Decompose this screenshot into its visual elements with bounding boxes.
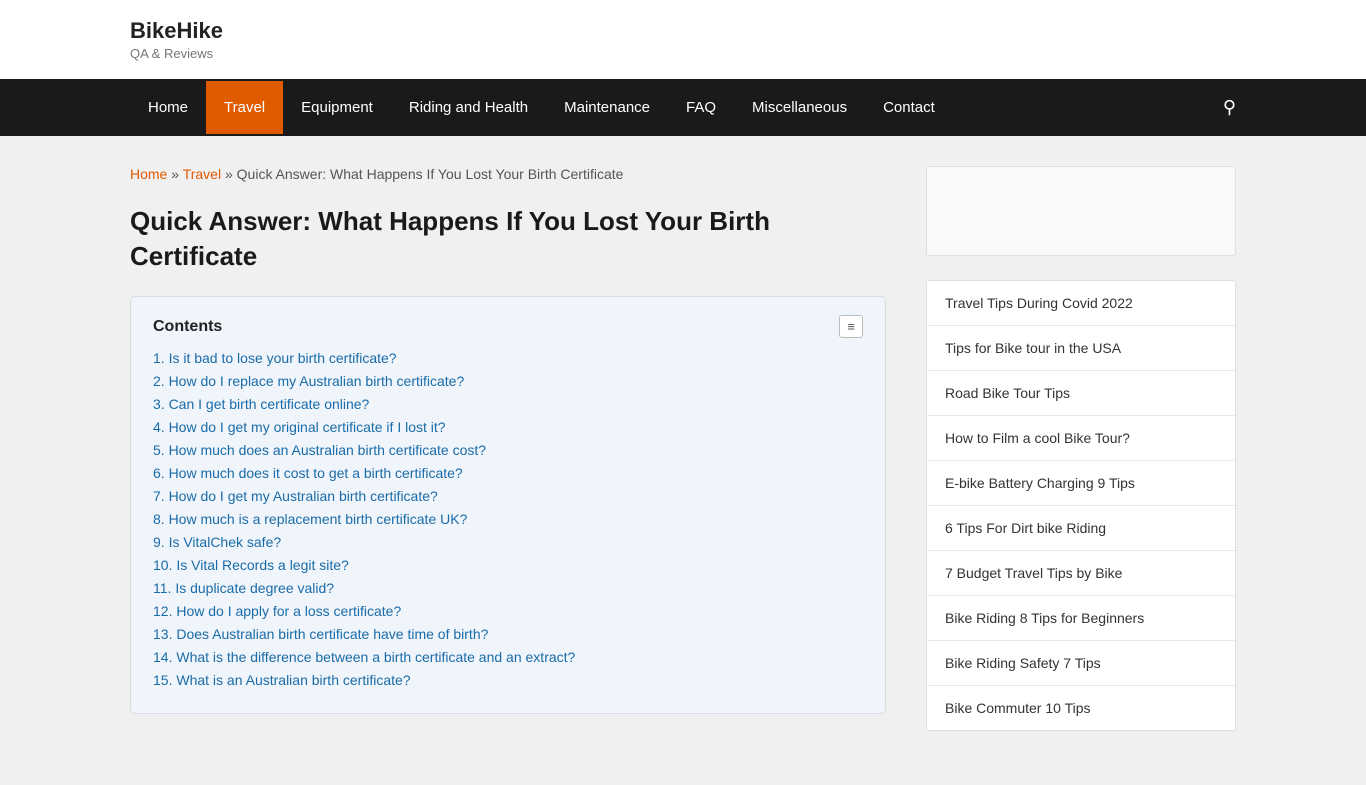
contents-link[interactable]: 12. How do I apply for a loss certificat… (153, 603, 401, 619)
contents-link[interactable]: 7. How do I get my Australian birth cert… (153, 488, 438, 504)
breadcrumb-home[interactable]: Home (130, 166, 167, 182)
main-content: Home » Travel » Quick Answer: What Happe… (130, 166, 886, 755)
search-icon[interactable]: ⚲ (1223, 79, 1236, 136)
contents-link[interactable]: 3. Can I get birth certificate online? (153, 396, 369, 412)
nav-faq[interactable]: FAQ (668, 81, 734, 134)
breadcrumb-travel[interactable]: Travel (183, 166, 221, 182)
sidebar-link[interactable]: How to Film a cool Bike Tour? (927, 416, 1235, 461)
sidebar: Travel Tips During Covid 2022Tips for Bi… (926, 166, 1236, 755)
list-item: 5. How much does an Australian birth cer… (153, 442, 863, 459)
contents-link[interactable]: 2. How do I replace my Australian birth … (153, 373, 464, 389)
sidebar-links-widget: Travel Tips During Covid 2022Tips for Bi… (926, 280, 1236, 731)
list-item: 8. How much is a replacement birth certi… (153, 511, 863, 528)
contents-toggle-button[interactable]: ≡ (839, 315, 863, 338)
contents-link[interactable]: 1. Is it bad to lose your birth certific… (153, 350, 397, 366)
sidebar-link[interactable]: E-bike Battery Charging 9 Tips (927, 461, 1235, 506)
sidebar-link[interactable]: Bike Riding Safety 7 Tips (927, 641, 1235, 686)
nav-contact[interactable]: Contact (865, 81, 953, 134)
page-title: Quick Answer: What Happens If You Lost Y… (130, 204, 886, 274)
list-item: 11. Is duplicate degree valid? (153, 580, 863, 597)
sidebar-ad (926, 166, 1236, 256)
list-item: 13. Does Australian birth certificate ha… (153, 626, 863, 643)
contents-link[interactable]: 4. How do I get my original certificate … (153, 419, 446, 435)
sidebar-link[interactable]: Tips for Bike tour in the USA (927, 326, 1235, 371)
contents-box: Contents ≡ 1. Is it bad to lose your bir… (130, 296, 886, 714)
list-item: 9. Is VitalChek safe? (153, 534, 863, 551)
sidebar-link[interactable]: Road Bike Tour Tips (927, 371, 1235, 416)
sidebar-link[interactable]: 6 Tips For Dirt bike Riding (927, 506, 1235, 551)
contents-list: 1. Is it bad to lose your birth certific… (153, 350, 863, 689)
sidebar-link[interactable]: 7 Budget Travel Tips by Bike (927, 551, 1235, 596)
site-header: BikeHike QA & Reviews (0, 0, 1366, 79)
contents-link[interactable]: 9. Is VitalChek safe? (153, 534, 281, 550)
contents-link[interactable]: 13. Does Australian birth certificate ha… (153, 626, 488, 642)
contents-link[interactable]: 8. How much is a replacement birth certi… (153, 511, 467, 527)
list-item: 7. How do I get my Australian birth cert… (153, 488, 863, 505)
breadcrumb-current: Quick Answer: What Happens If You Lost Y… (237, 166, 624, 182)
contents-link[interactable]: 10. Is Vital Records a legit site? (153, 557, 349, 573)
breadcrumb: Home » Travel » Quick Answer: What Happe… (130, 166, 886, 182)
sidebar-link[interactable]: Bike Riding 8 Tips for Beginners (927, 596, 1235, 641)
contents-link[interactable]: 5. How much does an Australian birth cer… (153, 442, 486, 458)
contents-title: Contents (153, 318, 222, 336)
list-item: 15. What is an Australian birth certific… (153, 672, 863, 689)
contents-header: Contents ≡ (153, 315, 863, 338)
nav-maintenance[interactable]: Maintenance (546, 81, 668, 134)
contents-link[interactable]: 15. What is an Australian birth certific… (153, 672, 411, 688)
list-item: 10. Is Vital Records a legit site? (153, 557, 863, 574)
site-subtitle: QA & Reviews (130, 46, 1236, 61)
sidebar-link[interactable]: Bike Commuter 10 Tips (927, 686, 1235, 730)
main-nav: Home Travel Equipment Riding and Health … (0, 79, 1366, 136)
list-item: 12. How do I apply for a loss certificat… (153, 603, 863, 620)
list-item: 6. How much does it cost to get a birth … (153, 465, 863, 482)
site-title[interactable]: BikeHike (130, 18, 1236, 44)
nav-riding-health[interactable]: Riding and Health (391, 81, 546, 134)
list-item: 2. How do I replace my Australian birth … (153, 373, 863, 390)
list-item: 14. What is the difference between a bir… (153, 649, 863, 666)
page-wrap: Home » Travel » Quick Answer: What Happe… (0, 136, 1366, 785)
list-item: 4. How do I get my original certificate … (153, 419, 863, 436)
contents-link[interactable]: 14. What is the difference between a bir… (153, 649, 575, 665)
sidebar-link[interactable]: Travel Tips During Covid 2022 (927, 281, 1235, 326)
nav-travel[interactable]: Travel (206, 81, 283, 134)
contents-link[interactable]: 6. How much does it cost to get a birth … (153, 465, 463, 481)
list-item: 3. Can I get birth certificate online? (153, 396, 863, 413)
list-item: 1. Is it bad to lose your birth certific… (153, 350, 863, 367)
nav-home[interactable]: Home (130, 81, 206, 134)
nav-miscellaneous[interactable]: Miscellaneous (734, 81, 865, 134)
contents-link[interactable]: 11. Is duplicate degree valid? (153, 580, 334, 596)
nav-equipment[interactable]: Equipment (283, 81, 391, 134)
